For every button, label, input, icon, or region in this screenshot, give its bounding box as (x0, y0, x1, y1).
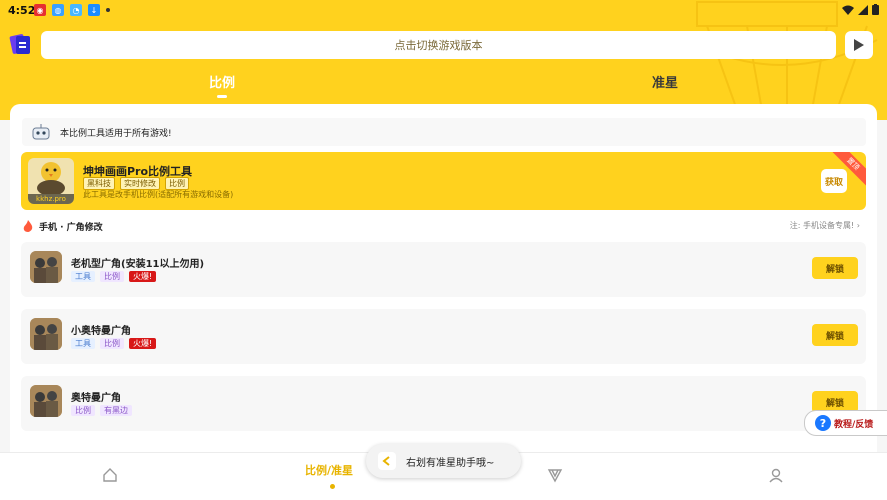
unlock-button[interactable]: 解锁 (812, 324, 858, 346)
tab-ratio[interactable]: 比例 (209, 72, 235, 91)
flame-icon (23, 220, 33, 232)
tab-bar: 比例 准星 (0, 72, 887, 100)
signal-icon (858, 4, 868, 15)
item-tag: 有黑边 (100, 405, 132, 416)
tab-active-indicator (217, 95, 227, 98)
list-item[interactable]: 小奥特曼广角 工具 比例 火爆! 解锁 (21, 309, 866, 364)
chevron-right-icon: › (856, 221, 860, 230)
soldier-avatar-icon (30, 251, 62, 283)
item-tag: 比例 (100, 271, 124, 282)
section-header: 手机 · 广角修改 注: 手机设备专属! › (23, 219, 866, 233)
item-title: 奥特曼广角 (71, 393, 121, 404)
info-text: 本比例工具适用于所有游戏! (60, 128, 172, 139)
switch-game-version-label: 点击切换游戏版本 (394, 39, 483, 52)
robot-icon (32, 124, 50, 140)
triangle-icon (547, 469, 563, 483)
user-icon (769, 468, 783, 483)
nav-active-dot (330, 484, 335, 489)
chick-mascot-icon (37, 162, 65, 196)
list-item[interactable]: 奥特曼广角 比例 有黑边 解锁 (21, 376, 866, 431)
soldier-avatar-icon (30, 318, 62, 350)
status-bar: 4:52 ◉ ◍ ◔ ↓ (0, 0, 887, 22)
item-thumbnail (30, 251, 62, 283)
toast-message: 右划有准星助手哦~ (366, 444, 521, 478)
nav-profile[interactable] (766, 465, 786, 485)
item-title: 小奥特曼广角 (71, 326, 131, 337)
play-button[interactable] (845, 31, 873, 59)
item-tag: 火爆! (129, 338, 157, 349)
section-note[interactable]: 注: 手机设备专属! › (790, 220, 860, 231)
notification-icons: ◉ ◍ ◔ ↓ (34, 4, 110, 16)
item-tags: 工具 比例 火爆! (71, 338, 157, 349)
item-thumbnail (30, 318, 62, 350)
status-time: 4:52 (8, 4, 36, 17)
section-note-text: 注: 手机设备专属! (789, 221, 855, 230)
info-banner: 本比例工具适用于所有游戏! (22, 118, 866, 146)
play-icon (854, 39, 864, 51)
nav-home[interactable] (100, 465, 120, 485)
bird-notification-icon: ◔ (70, 4, 82, 16)
app-notification-icon: ◉ (34, 4, 46, 16)
item-tag: 比例 (71, 405, 95, 416)
item-tags: 比例 有黑边 (71, 405, 132, 416)
item-thumbnail (30, 385, 62, 417)
item-title: 老机型广角(安装11以上勿用) (71, 259, 205, 270)
promo-thumbnail-label: kkhz.pro (28, 194, 74, 204)
item-tags: 工具 比例 火爆! (71, 271, 157, 282)
wifi-icon (842, 5, 854, 15)
item-tag: 比例 (100, 338, 124, 349)
toast-text: 右划有准星助手哦~ (406, 457, 495, 469)
more-notifications-dot (106, 8, 110, 12)
crosshair-helper-icon (378, 452, 396, 470)
download-notification-icon: ↓ (88, 4, 100, 16)
promo-card[interactable]: kkhz.pro 坤坤画画Pro比例工具 黑科技 实时修改 比例 此工具是改手机… (21, 152, 866, 210)
app-logo-icon[interactable] (9, 32, 33, 56)
tutorial-feedback-button[interactable]: ? 教程/反馈 (804, 410, 887, 436)
unlock-button[interactable]: 解锁 (812, 257, 858, 279)
promo-description: 此工具是改手机比例(适配所有游戏和设备) (83, 190, 234, 199)
promo-get-button[interactable]: 获取 (821, 169, 847, 193)
top-bar: 点击切换游戏版本 (0, 28, 887, 62)
list-item[interactable]: 老机型广角(安装11以上勿用) 工具 比例 火爆! 解锁 (21, 242, 866, 297)
switch-game-version-button[interactable]: 点击切换游戏版本 (41, 31, 836, 59)
promo-thumbnail: kkhz.pro (28, 158, 74, 204)
nav-discover[interactable] (545, 465, 565, 485)
home-icon (103, 468, 117, 482)
nav-ratio-crosshair[interactable]: 比例/准星 (305, 462, 353, 478)
question-icon: ? (815, 415, 831, 431)
status-indicators (842, 4, 879, 15)
arrow-icon (382, 456, 390, 466)
section-title: 手机 · 广角修改 (39, 222, 103, 233)
battery-icon (872, 4, 879, 15)
item-tag: 火爆! (129, 271, 157, 282)
tutorial-feedback-label: 教程/反馈 (834, 419, 874, 430)
item-tag: 工具 (71, 338, 95, 349)
chat-notification-icon: ◍ (52, 4, 64, 16)
item-tag: 工具 (71, 271, 95, 282)
soldier-avatar-icon (30, 385, 62, 417)
tab-crosshair[interactable]: 准星 (652, 72, 678, 91)
